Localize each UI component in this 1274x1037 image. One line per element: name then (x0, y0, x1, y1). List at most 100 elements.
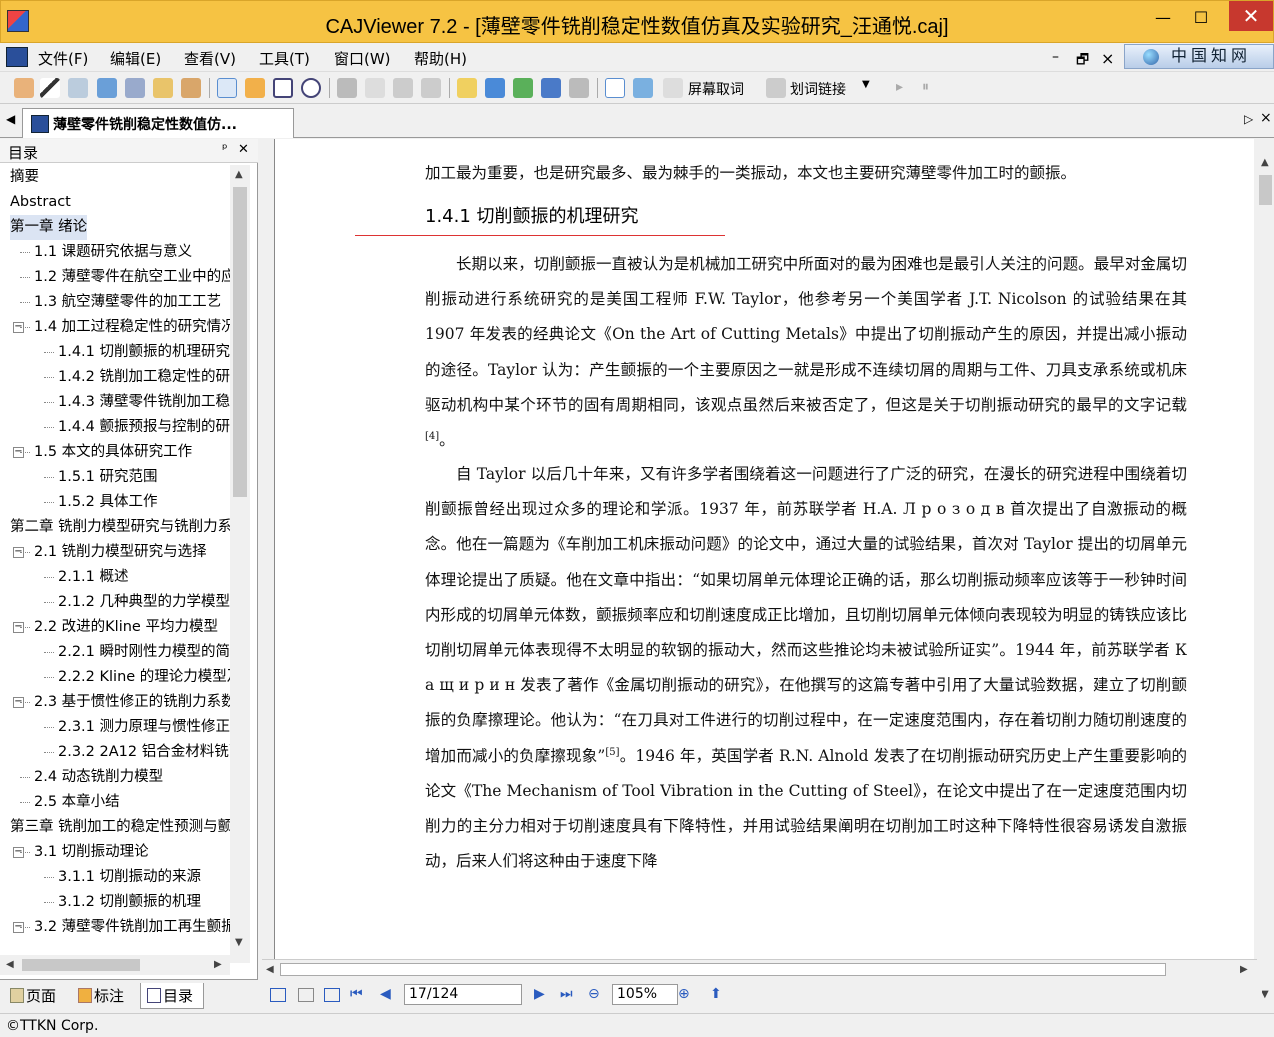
pen-tool-icon[interactable] (217, 78, 237, 98)
toc-item[interactable]: 2.3.1 测力原理与惯性修正 (58, 715, 230, 740)
doc-scroll-up-icon[interactable]: ▲ (1261, 157, 1269, 168)
menu-help[interactable]: 帮助(H) (414, 48, 467, 69)
toc-item[interactable]: 2.2.2 Kline 的理论力模型及 (58, 665, 230, 690)
person-icon[interactable] (633, 78, 653, 98)
toc-item[interactable]: 3.1.2 切削颤振的机理 (58, 890, 201, 915)
doc-scroll-right-icon[interactable]: ▶ (1240, 964, 1248, 975)
menu-view[interactable]: 查看(V) (184, 48, 236, 69)
doc-restore-button[interactable]: 🗗 (1076, 49, 1089, 73)
zoom-out-icon[interactable]: ⊖ (588, 986, 600, 1002)
tab-annotations[interactable]: 标注 (72, 983, 138, 1009)
menu-tools[interactable]: 工具(T) (259, 48, 310, 69)
maximize-button[interactable]: ☐ (1183, 7, 1219, 29)
menu-edit[interactable]: 编辑(E) (110, 48, 161, 69)
toc-item[interactable]: 1.4.1 切削颤振的机理研究 (58, 340, 230, 365)
zoom-input[interactable]: 105% (612, 984, 678, 1005)
tab-pages[interactable]: 页面 (4, 983, 70, 1009)
word-link-dropdown-icon[interactable]: ▼ (862, 79, 870, 90)
bookmark-icon[interactable] (181, 78, 201, 98)
hscroll-thumb[interactable] (22, 959, 140, 971)
single-page-icon[interactable] (270, 988, 286, 1002)
document-tab[interactable]: 薄壁零件铣削稳定性数值仿... (22, 108, 294, 138)
citation-4[interactable]: [4] (425, 431, 439, 442)
scroll-down-icon[interactable]: ▼ (235, 937, 243, 948)
last-page-icon[interactable]: ⏭ (560, 986, 573, 1002)
toc-item[interactable]: 2.1.1 概述 (58, 565, 129, 590)
doc-hscroll-thumb[interactable] (280, 963, 1166, 976)
toc-item[interactable]: 2.4 动态铣削力模型 (34, 765, 163, 790)
tab-scroll-left-icon[interactable]: ◀ (6, 112, 15, 126)
menu-window[interactable]: 窗口(W) (334, 48, 391, 69)
audio-icon[interactable] (421, 78, 441, 98)
document-horizontal-scrollbar[interactable]: ◀ ▶ (262, 959, 1257, 979)
toc-item[interactable]: Abstract (10, 190, 71, 215)
toc-item[interactable]: 1.3 航空薄壁零件的加工工艺 (34, 290, 221, 315)
close-button[interactable]: ✕ (1229, 1, 1273, 31)
font-icon[interactable] (485, 78, 505, 98)
doc-scroll-down-icon[interactable]: ▼ (1261, 989, 1269, 1000)
toc-item[interactable]: 1.4.3 薄壁零件铣削加工稳定性 (58, 390, 230, 415)
page-number-input[interactable]: 17/124 (404, 984, 522, 1005)
pin-icon[interactable]: ᵖ (222, 142, 228, 157)
toc-horizontal-scrollbar[interactable]: ◀ ▶ (0, 955, 230, 975)
eraser-icon[interactable] (365, 78, 385, 98)
highlighter-icon[interactable] (245, 78, 265, 98)
up-arrow-icon[interactable]: ⬆ (710, 986, 722, 1002)
image-select-icon[interactable] (97, 78, 117, 98)
toc-item[interactable]: 第二章 铣削力模型研究与铣削力系数 (10, 515, 230, 540)
prev-page-icon[interactable]: ◀ (380, 986, 391, 1002)
tab-toc[interactable]: 目录 (140, 983, 204, 1009)
text-select-icon[interactable] (68, 78, 88, 98)
toc-item[interactable]: 1.4.4 颤振预报与控制的研究 (58, 415, 230, 440)
toc-item[interactable]: 1.2 薄壁零件在航空工业中的应用 (34, 265, 230, 290)
toc-item[interactable]: 2.2 改进的Kline 平均力模型 (34, 615, 218, 640)
select-arrow-icon[interactable] (40, 78, 60, 98)
word-link-button[interactable]: 划词链接 (790, 79, 846, 99)
doc-minimize-button[interactable]: – (1052, 49, 1059, 65)
continuous-page-icon[interactable] (298, 988, 314, 1002)
font-color-icon[interactable] (513, 78, 533, 98)
word-link-icon[interactable] (766, 78, 786, 98)
toc-item[interactable]: 2.2.1 瞬时刚性力模型的简介 (58, 640, 230, 665)
ocr-icon[interactable] (153, 78, 173, 98)
more-icon[interactable]: ⏸ (922, 79, 929, 95)
screen-lookup-icon[interactable] (663, 78, 683, 98)
menu-file[interactable]: 文件(F) (38, 48, 88, 69)
toc-item[interactable]: 1.4 加工过程稳定性的研究情况 (34, 315, 230, 340)
scroll-right-icon[interactable]: ▶ (214, 959, 222, 970)
toc-item[interactable]: 3.1.1 切削振动的来源 (58, 865, 201, 890)
toc-item[interactable]: 1.5.2 具体工作 (58, 490, 158, 515)
facing-page-icon[interactable] (324, 988, 340, 1002)
search-icon[interactable] (569, 78, 589, 98)
doc-scroll-thumb[interactable] (1259, 175, 1272, 205)
toc-item[interactable]: 2.3 基于惯性修正的铣削力系数 (34, 690, 230, 715)
hand-tool-icon[interactable] (14, 78, 34, 98)
toc-item[interactable]: 3.1 切削振动理论 (34, 840, 149, 865)
snapshot-icon[interactable] (125, 78, 145, 98)
line-icon[interactable] (337, 78, 357, 98)
rectangle-icon[interactable] (273, 78, 293, 98)
toc-vertical-scrollbar[interactable]: ▲ ▼ (230, 165, 250, 963)
toc-item[interactable]: 2.1 铣削力模型研究与选择 (34, 540, 207, 565)
first-page-icon[interactable]: ⏮ (350, 986, 363, 1002)
stamp-icon[interactable] (393, 78, 413, 98)
next-page-icon[interactable]: ▶ (534, 986, 545, 1002)
screen-lookup-button[interactable]: 屏幕取词 (688, 79, 744, 99)
doc-icon[interactable] (6, 47, 28, 67)
scroll-up-icon[interactable]: ▲ (235, 169, 243, 180)
toc-item[interactable]: 3.2 薄壁零件铣削加工再生颤振 (34, 915, 230, 940)
toc-item[interactable]: 1.1 课题研究依据与意义 (34, 240, 192, 265)
toc-item[interactable]: 2.1.2 几种典型的力学模型 (58, 590, 230, 615)
toc-item[interactable]: 1.5 本文的具体研究工作 (34, 440, 192, 465)
toc-item[interactable]: 1.5.1 研究范围 (58, 465, 158, 490)
anchor-icon[interactable] (541, 78, 561, 98)
tab-close-icon[interactable]: × (1260, 110, 1272, 126)
spell-icon[interactable] (457, 78, 477, 98)
toc-item[interactable]: 2.3.2 2A12 铝合金材料铣削 (58, 740, 230, 765)
toc-item[interactable]: 2.5 本章小结 (34, 790, 120, 815)
notes-icon[interactable] (605, 78, 625, 98)
minimize-button[interactable]: — (1145, 7, 1181, 29)
forward-icon[interactable]: ▸ (896, 79, 903, 95)
tab-scroll-right-icon[interactable]: ▷ (1244, 112, 1253, 126)
toc-item[interactable]: 第三章 铣削加工的稳定性预测与颤振 (10, 815, 230, 840)
